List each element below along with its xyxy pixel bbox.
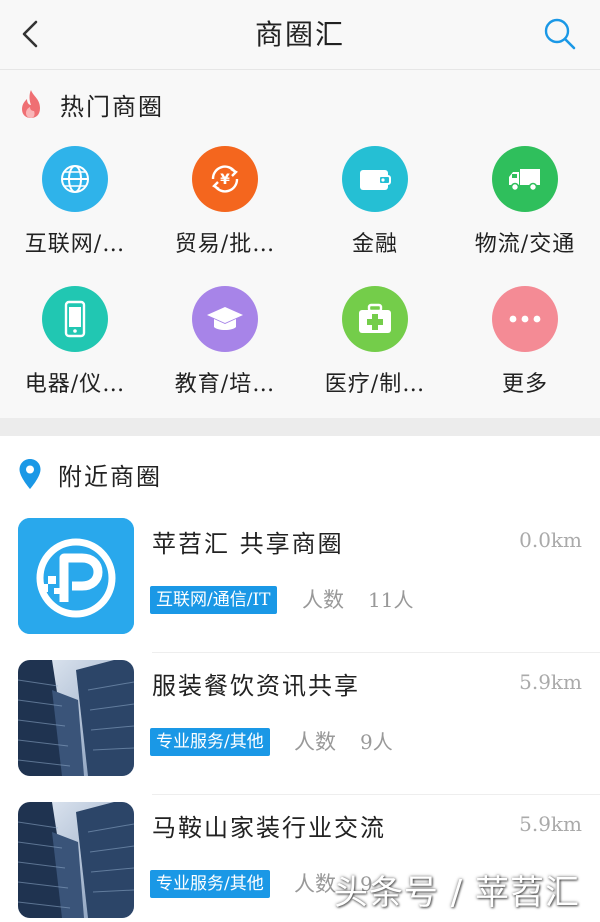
- app-logo: [18, 518, 134, 634]
- app-header: 商圈汇: [0, 0, 600, 70]
- member-count-label: 人数: [302, 588, 344, 612]
- category-trade[interactable]: ¥ 贸易/批…: [150, 140, 300, 280]
- category-icon-circle: ¥: [192, 146, 258, 212]
- category-finance[interactable]: 金融: [300, 140, 450, 280]
- wallet-icon: [360, 170, 391, 190]
- phone-icon: [64, 300, 86, 338]
- category-icon-circle: [42, 146, 108, 212]
- item-category-tag: 互联网/通信/IT: [150, 586, 277, 614]
- item-distance: 5.9km: [519, 812, 582, 836]
- list-item[interactable]: 服装餐饮资讯共享 5.9km 专业服务/其他 人数 9人: [0, 660, 600, 800]
- category-logistics[interactable]: 物流/交通: [450, 140, 600, 280]
- app-logo-thumbnail: [18, 518, 134, 634]
- graduation-cap-icon: [207, 307, 243, 330]
- category-label: 物流/交通: [474, 232, 576, 257]
- nearby-section-header: 附近商圈: [18, 454, 162, 494]
- category-label: 电器/仪…: [24, 372, 126, 397]
- search-button[interactable]: [540, 14, 580, 54]
- hot-section-title: 热门商圈: [60, 92, 164, 121]
- category-icon-circle: [342, 286, 408, 352]
- building-photo-thumbnail: [18, 802, 134, 918]
- location-pin-icon: [19, 459, 41, 489]
- watermark: 头条号 / 苹苕汇: [333, 873, 580, 913]
- member-count: 9人: [360, 730, 393, 754]
- item-name: 马鞍山家装行业交流: [152, 814, 386, 842]
- svg-text:¥: ¥: [220, 172, 230, 188]
- category-icon-circle: [342, 146, 408, 212]
- nearby-section: 附近商圈 苹苕汇 共享商圈 0.0km 互联网/通信/IT 人数 11人 服装餐…: [0, 436, 600, 922]
- item-name: 苹苕汇 共享商圈: [152, 530, 344, 558]
- member-count-label: 人数: [294, 730, 336, 754]
- category-icon-circle: [42, 286, 108, 352]
- category-label: 医疗/制…: [324, 372, 426, 397]
- hot-section: 热门商圈 互联网/… ¥ 贸易/批… 金融 物流/交通 电器/仪… 教育/培… …: [0, 70, 600, 418]
- medkit-icon: [359, 303, 391, 333]
- hot-section-header: 热门商圈: [18, 84, 164, 124]
- category-electronics[interactable]: 电器/仪…: [0, 280, 150, 420]
- category-label: 贸易/批…: [174, 232, 276, 257]
- item-category-tag: 专业服务/其他: [150, 728, 270, 756]
- category-label: 互联网/…: [24, 232, 126, 257]
- more-icon: [509, 315, 541, 323]
- nearby-section-title: 附近商圈: [58, 462, 162, 491]
- page-title: 商圈汇: [254, 18, 345, 51]
- category-label: 金融: [351, 232, 398, 257]
- yen-exchange-icon: ¥: [211, 165, 239, 193]
- category-internet[interactable]: 互联网/…: [0, 140, 150, 280]
- building-photo: [18, 660, 134, 776]
- item-category-tag: 专业服务/其他: [150, 870, 270, 898]
- member-count-label: 人数: [294, 872, 336, 896]
- building-photo: [18, 802, 134, 918]
- category-label: 更多: [501, 372, 548, 397]
- truck-icon: [509, 169, 540, 192]
- category-education[interactable]: 教育/培…: [150, 280, 300, 420]
- building-photo-thumbnail: [18, 660, 134, 776]
- item-divider: [152, 794, 600, 795]
- list-item[interactable]: 苹苕汇 共享商圈 0.0km 互联网/通信/IT 人数 11人: [0, 518, 600, 658]
- category-icon-circle: [492, 146, 558, 212]
- section-divider: [0, 418, 600, 436]
- item-distance: 0.0km: [519, 528, 582, 552]
- member-count: 11人: [368, 588, 414, 612]
- search-icon: [544, 18, 576, 50]
- category-icon-circle: [492, 286, 558, 352]
- item-divider: [152, 652, 600, 653]
- category-icon-circle: [192, 286, 258, 352]
- globe-icon: [61, 165, 89, 193]
- category-more[interactable]: 更多: [450, 280, 600, 420]
- flame-icon: [22, 90, 40, 118]
- item-distance: 5.9km: [519, 670, 582, 694]
- item-name: 服装餐饮资讯共享: [152, 672, 360, 700]
- category-medical[interactable]: 医疗/制…: [300, 280, 450, 420]
- category-label: 教育/培…: [174, 372, 276, 397]
